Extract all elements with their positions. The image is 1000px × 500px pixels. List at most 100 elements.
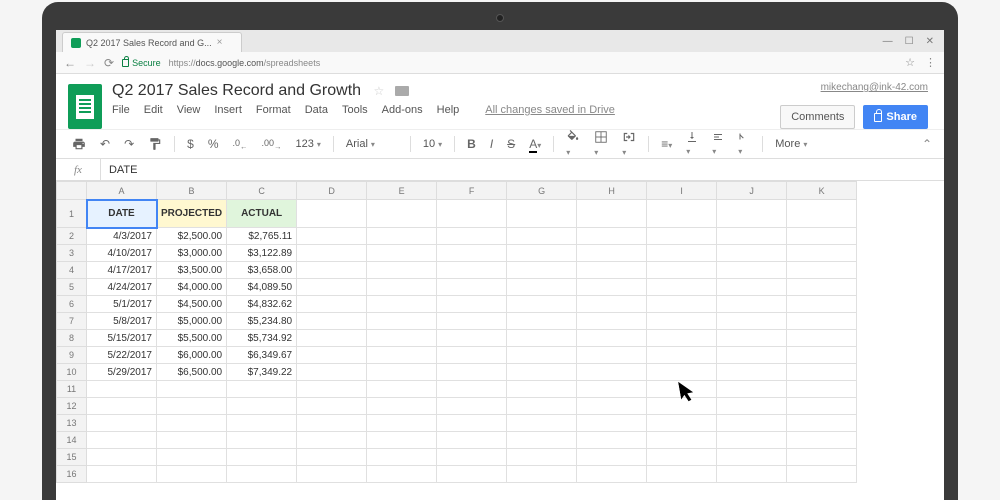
cell[interactable] <box>227 398 297 415</box>
cell[interactable]: $3,000.00 <box>157 245 227 262</box>
cell[interactable] <box>787 466 857 483</box>
column-header[interactable]: H <box>577 182 647 200</box>
cell[interactable] <box>577 313 647 330</box>
cell[interactable] <box>367 364 437 381</box>
font-select[interactable]: Arial▾ <box>342 136 402 152</box>
cell[interactable] <box>87 381 157 398</box>
cell[interactable] <box>367 313 437 330</box>
cell[interactable] <box>577 364 647 381</box>
cell[interactable] <box>717 432 787 449</box>
cell[interactable] <box>297 415 367 432</box>
currency-button[interactable]: $ <box>183 134 198 154</box>
row-header[interactable]: 12 <box>57 398 87 415</box>
cell[interactable] <box>367 200 437 228</box>
cell[interactable] <box>367 415 437 432</box>
cell[interactable] <box>297 279 367 296</box>
cell[interactable] <box>787 200 857 228</box>
cell[interactable] <box>367 330 437 347</box>
bold-button[interactable]: B <box>463 134 480 154</box>
italic-button[interactable]: I <box>486 134 497 154</box>
row-header[interactable]: 10 <box>57 364 87 381</box>
cell[interactable] <box>787 279 857 296</box>
cell[interactable] <box>507 466 577 483</box>
cell[interactable] <box>717 200 787 228</box>
cell[interactable] <box>717 245 787 262</box>
document-title[interactable]: Q2 2017 Sales Record and Growth <box>112 80 361 101</box>
cell[interactable] <box>787 449 857 466</box>
cell[interactable]: $6,000.00 <box>157 347 227 364</box>
borders-button[interactable]: ▾ <box>590 127 612 161</box>
menu-file[interactable]: File <box>112 104 130 116</box>
row-header[interactable]: 15 <box>57 449 87 466</box>
row-header[interactable]: 11 <box>57 381 87 398</box>
cell[interactable] <box>507 347 577 364</box>
forward-icon[interactable]: → <box>84 56 96 70</box>
cell[interactable] <box>647 330 717 347</box>
menu-format[interactable]: Format <box>256 104 291 116</box>
cell[interactable] <box>577 398 647 415</box>
cell[interactable] <box>577 200 647 228</box>
cell[interactable] <box>647 449 717 466</box>
v-align-button[interactable]: ▾ <box>682 128 702 160</box>
cell[interactable] <box>297 398 367 415</box>
cell[interactable]: 5/15/2017 <box>87 330 157 347</box>
cell[interactable] <box>647 313 717 330</box>
formula-input[interactable]: DATE <box>101 164 146 176</box>
column-header[interactable]: I <box>647 182 717 200</box>
window-close-icon[interactable]: ✕ <box>926 36 934 47</box>
cell[interactable] <box>717 262 787 279</box>
row-header[interactable]: 7 <box>57 313 87 330</box>
window-maximize-icon[interactable]: ☐ <box>905 36 914 47</box>
cell[interactable] <box>787 262 857 279</box>
cell[interactable] <box>647 279 717 296</box>
collapse-toolbar-icon[interactable]: ⌃ <box>922 137 932 151</box>
window-minimize-icon[interactable]: — <box>883 36 893 47</box>
cell[interactable] <box>507 279 577 296</box>
cell[interactable] <box>437 398 507 415</box>
cell[interactable] <box>87 432 157 449</box>
font-size-select[interactable]: 10▾ <box>419 136 446 152</box>
column-header[interactable]: J <box>717 182 787 200</box>
cell[interactable] <box>297 347 367 364</box>
cell[interactable] <box>367 347 437 364</box>
cell[interactable]: $6,349.67 <box>227 347 297 364</box>
cell[interactable] <box>717 449 787 466</box>
paint-format-icon[interactable] <box>144 134 166 154</box>
cell[interactable] <box>647 262 717 279</box>
user-email[interactable]: mikechang@ink-42.com <box>821 82 928 93</box>
row-header[interactable]: 4 <box>57 262 87 279</box>
select-all-corner[interactable] <box>57 182 87 200</box>
cell[interactable]: $5,734.92 <box>227 330 297 347</box>
cell[interactable] <box>647 228 717 245</box>
number-format-select[interactable]: 123▾ <box>292 136 325 152</box>
cell[interactable] <box>367 381 437 398</box>
cell[interactable]: $4,000.00 <box>157 279 227 296</box>
cell[interactable] <box>507 228 577 245</box>
redo-icon[interactable]: ↷ <box>120 134 138 154</box>
cell[interactable] <box>367 398 437 415</box>
cell[interactable] <box>787 364 857 381</box>
cell[interactable] <box>507 245 577 262</box>
back-icon[interactable]: ← <box>64 56 76 70</box>
cell[interactable] <box>787 313 857 330</box>
cell[interactable]: DATE <box>87 200 157 228</box>
menu-edit[interactable]: Edit <box>144 104 163 116</box>
cell[interactable] <box>507 381 577 398</box>
undo-icon[interactable]: ↶ <box>96 134 114 154</box>
cell[interactable] <box>507 296 577 313</box>
cell[interactable] <box>717 296 787 313</box>
cell[interactable] <box>717 381 787 398</box>
merge-cells-button[interactable]: ▾ <box>618 127 640 161</box>
cell[interactable] <box>367 228 437 245</box>
cell[interactable] <box>437 466 507 483</box>
print-icon[interactable] <box>68 134 90 154</box>
cell[interactable] <box>577 330 647 347</box>
text-color-button[interactable]: A▾ <box>525 134 545 154</box>
cell[interactable] <box>297 364 367 381</box>
cell[interactable]: 4/17/2017 <box>87 262 157 279</box>
cell[interactable] <box>367 296 437 313</box>
sheets-logo-icon[interactable] <box>68 84 102 129</box>
cell[interactable] <box>87 398 157 415</box>
cell[interactable] <box>577 245 647 262</box>
cell[interactable] <box>297 330 367 347</box>
